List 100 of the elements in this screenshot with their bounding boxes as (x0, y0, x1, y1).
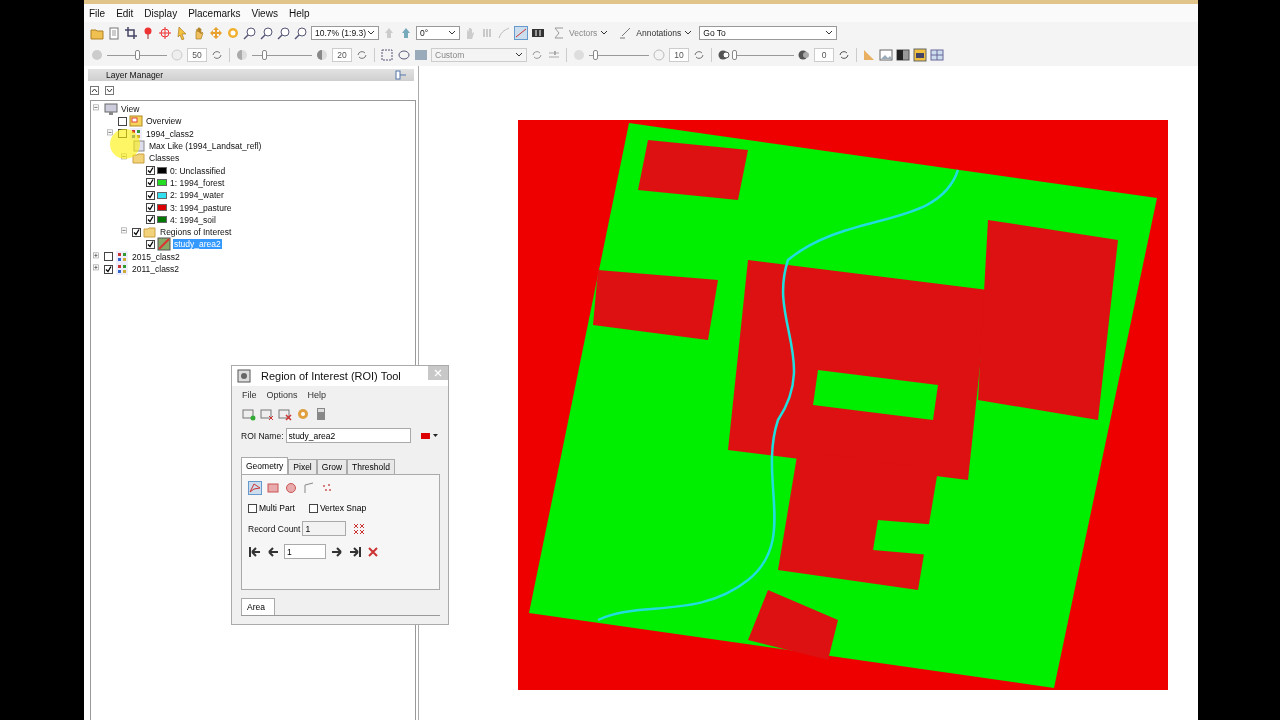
hand-icon[interactable] (192, 26, 206, 40)
tree-item[interactable]: 2011_class2 (131, 264, 181, 274)
checkbox[interactable] (146, 178, 155, 188)
polygon-icon[interactable] (248, 481, 262, 495)
move-up-button[interactable] (90, 86, 99, 95)
record-count-field[interactable]: 1 (302, 521, 347, 536)
tree-item[interactable]: 3: 1994_pasture (169, 202, 233, 213)
checkbox[interactable] (146, 239, 155, 249)
slider-thumb[interactable] (732, 50, 737, 60)
menu-item[interactable]: Help (307, 390, 327, 400)
menu-item[interactable]: File (242, 390, 257, 400)
contrast-value[interactable]: 20 (332, 48, 352, 62)
menu-item[interactable]: Edit (116, 7, 134, 19)
zoom-icon[interactable] (294, 26, 308, 40)
tree-item[interactable]: 2: 1994_water (169, 190, 225, 201)
refresh-icon[interactable] (837, 48, 851, 62)
record-index-field[interactable]: 1 (284, 544, 326, 559)
delete-all-icon[interactable] (278, 407, 292, 421)
tab[interactable]: Threshold (347, 459, 395, 474)
tree-item[interactable]: View (120, 104, 141, 115)
next-record-icon[interactable] (330, 544, 344, 559)
menu-item[interactable]: File (89, 7, 106, 19)
menu-item[interactable]: Views (251, 7, 278, 19)
stretch-select[interactable]: Custom (431, 48, 527, 62)
split-view-icon[interactable] (930, 48, 944, 62)
new-roi-icon[interactable] (242, 407, 256, 421)
close-button[interactable] (428, 366, 448, 380)
roi-name-field[interactable]: study_area2 (285, 428, 412, 443)
checkbox[interactable] (118, 116, 127, 126)
rectangle-icon[interactable] (380, 48, 394, 62)
checkbox[interactable] (118, 129, 127, 139)
refresh-icon[interactable] (530, 48, 544, 62)
crop-icon[interactable] (124, 26, 138, 40)
rotation-select[interactable]: 0° (416, 26, 460, 40)
tree-item[interactable]: Regions of Interest (159, 227, 233, 238)
tree-item[interactable]: 1: 1994_forest (169, 177, 226, 188)
checkbox[interactable] (146, 215, 155, 225)
checkbox-option[interactable]: Vertex Snap (308, 503, 367, 513)
move-down-button[interactable] (105, 86, 114, 95)
clipboard-icon[interactable] (107, 26, 121, 40)
contrast-icon[interactable] (235, 48, 249, 62)
menu-item[interactable]: Help (288, 7, 310, 19)
ellipse-icon[interactable] (284, 481, 298, 495)
arrow-up-icon[interactable] (399, 26, 413, 40)
tab[interactable]: Geometry (241, 457, 289, 474)
first-record-icon[interactable] (248, 544, 262, 559)
tab[interactable]: Area (241, 598, 275, 615)
tab[interactable]: Pixel (288, 459, 317, 474)
tree-item[interactable]: 2015_class2 (131, 251, 181, 262)
tree-item[interactable]: 0: Unclassified (169, 165, 227, 176)
menu-item[interactable]: Placemarks (188, 7, 241, 19)
checkbox[interactable] (104, 252, 113, 262)
gradient-icon[interactable] (896, 48, 910, 62)
tree-item[interactable]: Overview (145, 116, 183, 127)
overlay-icon[interactable] (913, 48, 927, 62)
go-to-field[interactable]: Go To (699, 26, 838, 40)
transparency-icon[interactable] (717, 48, 731, 62)
polyline-icon[interactable] (302, 481, 316, 495)
checkbox-option[interactable]: Multi Part (248, 503, 295, 513)
menu-item[interactable]: Options (266, 390, 298, 400)
checkbox[interactable] (146, 190, 155, 200)
refresh-icon[interactable] (210, 48, 224, 62)
clear-records-icon[interactable] (352, 521, 367, 536)
crosshair-icon[interactable] (158, 26, 172, 40)
transparency-icon[interactable] (797, 48, 811, 62)
tree-item[interactable]: 4: 1994_soil (169, 214, 217, 225)
zoom-select[interactable]: 10.7% (1:9.3) (311, 26, 379, 40)
zoom-icon[interactable] (243, 26, 257, 40)
brightness-value[interactable]: 50 (187, 48, 207, 62)
tab[interactable]: Grow (316, 459, 348, 474)
tree-item[interactable]: Classes (148, 153, 181, 164)
sharpen-value[interactable]: 10 (669, 48, 689, 62)
move-icon[interactable] (209, 26, 223, 40)
checkbox[interactable] (146, 203, 155, 212)
previous-record-icon[interactable] (266, 544, 280, 559)
delete-icon[interactable] (366, 544, 380, 559)
tree-item[interactable]: 1994_class2 (145, 128, 195, 139)
pin-panel-icon[interactable] (394, 68, 408, 82)
roi-color-picker[interactable] (421, 431, 439, 440)
slider[interactable] (734, 49, 794, 61)
transparency-value[interactable]: 0 (814, 48, 834, 62)
slider-thumb[interactable] (135, 50, 140, 60)
slider[interactable] (252, 49, 312, 61)
calculator-icon[interactable] (314, 407, 328, 421)
tree-item[interactable]: Max Like (1994_Landsat_refl) (148, 141, 263, 152)
zoom-icon[interactable] (277, 26, 291, 40)
vectors-button[interactable]: Vectors (548, 26, 613, 40)
zoom-icon[interactable] (260, 26, 274, 40)
checkbox[interactable] (132, 227, 141, 237)
checkbox[interactable] (146, 166, 155, 176)
delete-roi-icon[interactable] (260, 407, 274, 421)
last-record-icon[interactable] (348, 544, 362, 559)
slider[interactable] (589, 49, 649, 61)
checkbox[interactable] (104, 264, 113, 274)
columns-icon[interactable] (531, 26, 545, 40)
ruler-icon[interactable] (862, 48, 876, 62)
pointer-icon[interactable] (175, 26, 189, 40)
slider-thumb[interactable] (262, 50, 267, 60)
rectangle-icon[interactable] (266, 481, 280, 495)
slider-thumb[interactable] (593, 50, 598, 60)
